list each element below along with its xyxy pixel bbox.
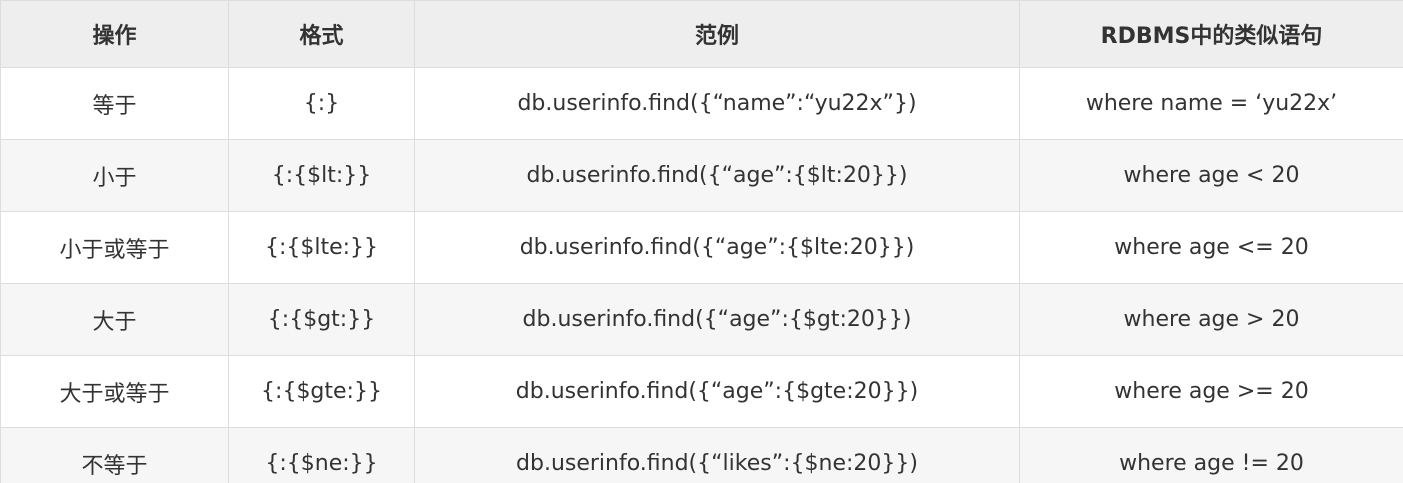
cell-operation: 不等于 [0,427,229,483]
cell-operation: 大于 [0,283,229,356]
header-format: 格式 [228,0,415,68]
cell-format: {:{$ne:}} [228,427,415,483]
header-operation: 操作 [0,0,229,68]
table-row: 等于 {:} db.userinfo.find({“name”:“yu22x”}… [0,67,1403,140]
cell-rdbms: where age > 20 [1019,283,1403,356]
cell-operation: 小于或等于 [0,211,229,284]
header-rdbms-equivalent: RDBMS中的类似语句 [1019,0,1403,68]
cell-rdbms: where age != 20 [1019,427,1403,483]
cell-rdbms: where age <= 20 [1019,211,1403,284]
cell-format: {:{$gt:}} [228,283,415,356]
table-row: 大于或等于 {:{$gte:}} db.userinfo.find({“age”… [0,355,1403,428]
cell-example: db.userinfo.find({“likes”:{$ne:20}}) [414,427,1020,483]
operator-table: 操作 格式 范例 RDBMS中的类似语句 等于 {:} db.userinfo.… [0,0,1403,483]
cell-operation: 等于 [0,67,229,140]
table-row: 不等于 {:{$ne:}} db.userinfo.find({“likes”:… [0,427,1403,483]
cell-rdbms: where age >= 20 [1019,355,1403,428]
cell-operation: 大于或等于 [0,355,229,428]
cell-format: {:{$gte:}} [228,355,415,428]
cell-operation: 小于 [0,139,229,212]
cell-format: {:{$lt:}} [228,139,415,212]
cell-format: {:{$lte:}} [228,211,415,284]
cell-example: db.userinfo.find({“age”:{$gt:20}}) [414,283,1020,356]
cell-example: db.userinfo.find({“name”:“yu22x”}) [414,67,1020,140]
table-row: 小于 {:{$lt:}} db.userinfo.find({“age”:{$l… [0,139,1403,212]
cell-example: db.userinfo.find({“age”:{$lte:20}}) [414,211,1020,284]
table-header-row: 操作 格式 范例 RDBMS中的类似语句 [0,0,1403,68]
table-row: 大于 {:{$gt:}} db.userinfo.find({“age”:{$g… [0,283,1403,356]
cell-rdbms: where name = ‘yu22x’ [1019,67,1403,140]
table-row: 小于或等于 {:{$lte:}} db.userinfo.find({“age”… [0,211,1403,284]
cell-example: db.userinfo.find({“age”:{$gte:20}}) [414,355,1020,428]
cell-example: db.userinfo.find({“age”:{$lt:20}}) [414,139,1020,212]
cell-rdbms: where age < 20 [1019,139,1403,212]
header-example: 范例 [414,0,1020,68]
cell-format: {:} [228,67,415,140]
